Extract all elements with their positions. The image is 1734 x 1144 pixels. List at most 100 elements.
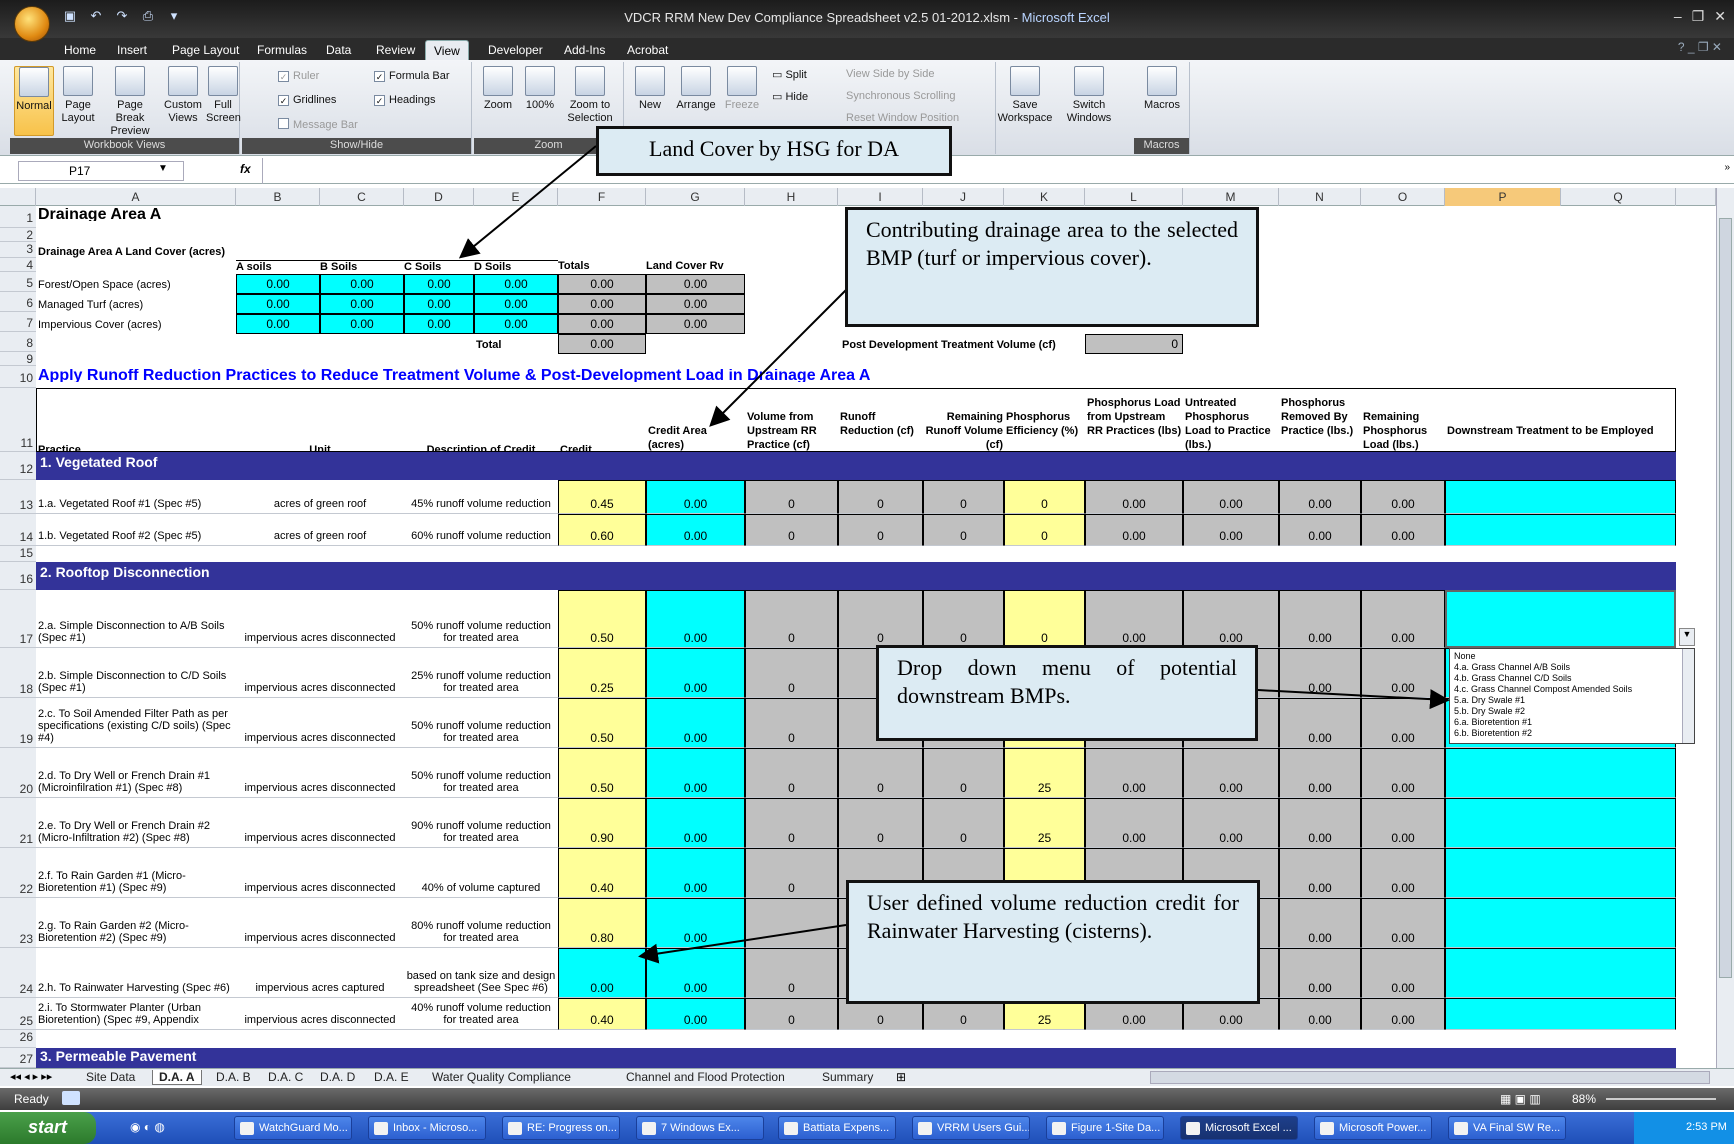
total-value[interactable]: 0.00: [558, 334, 646, 354]
freeze-panes-button[interactable]: Freeze: [722, 66, 762, 112]
practice-cell-practice[interactable]: 2.e. To Dry Well or French Drain #2 (Mic…: [36, 798, 236, 848]
tab-data[interactable]: Data: [326, 40, 351, 60]
lc-cell[interactable]: 0.00: [474, 314, 558, 334]
practice-cell-vol[interactable]: 0: [745, 848, 838, 898]
practice-cell-unit[interactable]: acres of green roof: [236, 514, 404, 546]
practice-cell-rmv[interactable]: 0.00: [1279, 480, 1361, 514]
practice-cell-vol[interactable]: 0: [745, 948, 838, 998]
practice-cell-desc[interactable]: 50% runoff volume reduction for treated …: [404, 590, 558, 648]
practice-cell-unit[interactable]: impervious acres disconnected: [236, 748, 404, 798]
practice-cell-remp[interactable]: 0.00: [1361, 798, 1445, 848]
practice-cell-unit[interactable]: impervious acres disconnected: [236, 848, 404, 898]
practice-cell-area[interactable]: 0.00: [646, 848, 745, 898]
lc-cell[interactable]: 0.00: [404, 274, 474, 294]
practice-cell-desc[interactable]: 50% runoff volume reduction for treated …: [404, 698, 558, 748]
taskbar-item[interactable]: Inbox - Microso...: [368, 1116, 486, 1140]
tab-view[interactable]: View: [425, 40, 469, 60]
practice-cell-credit[interactable]: 0.60: [558, 514, 646, 546]
practice-cell-area[interactable]: 0.00: [646, 748, 745, 798]
row-header[interactable]: 2: [0, 228, 36, 242]
practice-cell-rr[interactable]: 0: [838, 798, 923, 848]
synchronous-scrolling-button[interactable]: Synchronous Scrolling: [846, 90, 955, 102]
apply-title[interactable]: Apply Runoff Reduction Practices to Redu…: [38, 369, 870, 382]
practice-cell-unt[interactable]: 0.00: [1183, 798, 1279, 848]
sheet-tab[interactable]: Channel and Flood Protection: [626, 1070, 785, 1084]
lc-rv-cell[interactable]: 0.00: [646, 314, 745, 334]
row-header[interactable]: 1: [0, 206, 36, 228]
practice-cell-desc[interactable]: 90% runoff volume reduction for treated …: [404, 798, 558, 848]
lc-header-a[interactable]: A soils: [236, 260, 320, 274]
practice-cell-desc[interactable]: 50% runoff volume reduction for treated …: [404, 748, 558, 798]
practice-cell-area[interactable]: 0.00: [646, 590, 745, 648]
practice-cell-rmv[interactable]: 0.00: [1279, 848, 1361, 898]
dropdown-scrollbar[interactable]: [1682, 649, 1694, 743]
lc-total-cell[interactable]: 0.00: [558, 294, 646, 314]
column-header-h[interactable]: H: [745, 188, 838, 206]
practice-cell-practice[interactable]: 2.b. Simple Disconnection to C/D Soils (…: [36, 648, 236, 698]
lc-row-label[interactable]: Managed Turf (acres): [38, 296, 236, 312]
arrange-all-button[interactable]: Arrange: [674, 66, 718, 112]
practice-cell-credit[interactable]: 0.25: [558, 648, 646, 698]
row-header[interactable]: 16: [0, 562, 36, 590]
taskbar-item[interactable]: WatchGuard Mo...: [234, 1116, 352, 1140]
lc-total-cell[interactable]: 0.00: [558, 274, 646, 294]
sheet-tab[interactable]: D.A. D: [320, 1070, 355, 1084]
horizontal-scrollbar[interactable]: [1150, 1071, 1710, 1084]
section-permeable-pavement[interactable]: 3. Permeable Pavement: [36, 1048, 1676, 1068]
header-runoff-reduction[interactable]: Runoff Reduction (cf): [840, 410, 922, 438]
tab-insert[interactable]: Insert: [117, 40, 147, 60]
downstream-cell[interactable]: [1445, 898, 1676, 948]
practice-cell-rem[interactable]: 0: [923, 748, 1004, 798]
row-header[interactable]: 23: [0, 898, 36, 948]
tab-review[interactable]: Review: [376, 40, 415, 60]
practice-cell-desc[interactable]: based on tank size and design spreadshee…: [404, 948, 558, 998]
reset-window-position-button[interactable]: Reset Window Position: [846, 112, 959, 124]
practice-cell-credit[interactable]: 0.40: [558, 848, 646, 898]
practice-cell-desc[interactable]: 60% runoff volume reduction: [404, 514, 558, 546]
view-buttons-icon[interactable]: ▦ ▣ ▥: [1500, 1092, 1541, 1106]
taskbar-item[interactable]: Figure 1-Site Da...: [1046, 1116, 1164, 1140]
lc-rv-cell[interactable]: 0.00: [646, 294, 745, 314]
lc-cell[interactable]: 0.00: [320, 294, 404, 314]
practice-cell-unit[interactable]: impervious acres disconnected: [236, 998, 404, 1030]
header-downstream[interactable]: Downstream Treatment to be Employed: [1447, 424, 1675, 438]
practice-cell-vol[interactable]: 0: [745, 480, 838, 514]
practice-cell-pl[interactable]: 0.00: [1085, 590, 1183, 648]
tab-acrobat[interactable]: Acrobat: [627, 40, 668, 60]
column-header-o[interactable]: O: [1361, 188, 1445, 206]
practice-cell-practice[interactable]: 2.d. To Dry Well or French Drain #1 (Mic…: [36, 748, 236, 798]
practice-cell-rr[interactable]: 0: [838, 590, 923, 648]
ptv-value[interactable]: 0: [1085, 334, 1183, 354]
practice-cell-desc[interactable]: 80% runoff volume reduction for treated …: [404, 898, 558, 948]
practice-cell-practice[interactable]: 2.i. To Stormwater Planter (Urban Bioret…: [36, 998, 236, 1030]
sheet-nav-icon[interactable]: ◂◂ ◂ ▸ ▸▸: [10, 1070, 52, 1083]
practice-cell-rem[interactable]: 0: [923, 590, 1004, 648]
practice-cell-vol[interactable]: [745, 898, 838, 948]
practice-cell-eff[interactable]: 0: [1004, 514, 1085, 546]
hide-button[interactable]: ▭ Hide: [772, 90, 808, 103]
practice-cell-rr[interactable]: 0: [838, 514, 923, 546]
practice-cell-area[interactable]: 0.00: [646, 698, 745, 748]
practice-cell-credit[interactable]: 0.50: [558, 698, 646, 748]
tab-add-ins[interactable]: Add-Ins: [564, 40, 605, 60]
practice-cell-pl[interactable]: 0.00: [1085, 480, 1183, 514]
downstream-cell[interactable]: [1445, 798, 1676, 848]
lc-cell[interactable]: 0.00: [320, 274, 404, 294]
header-p-load-upstream[interactable]: Phosphorus Load from Upstream RR Practic…: [1087, 396, 1183, 438]
practice-cell-remp[interactable]: 0.00: [1361, 848, 1445, 898]
row-header[interactable]: 19: [0, 698, 36, 748]
practice-cell-vol[interactable]: 0: [745, 590, 838, 648]
row-header[interactable]: 18: [0, 648, 36, 698]
practice-cell-practice[interactable]: 2.f. To Rain Garden #1 (Micro-Bioretenti…: [36, 848, 236, 898]
lc-header-b[interactable]: B Soils: [320, 260, 404, 274]
header-credit-area[interactable]: Credit Area (acres): [648, 424, 742, 452]
header-p-efficiency[interactable]: Phosphorus Efficiency (%): [1006, 410, 1084, 438]
row-header[interactable]: 9: [0, 352, 36, 366]
scroll-thumb[interactable]: [1719, 218, 1732, 978]
practice-cell-rem[interactable]: 0: [923, 514, 1004, 546]
office-button[interactable]: [14, 6, 50, 42]
row-header[interactable]: 26: [0, 1030, 36, 1048]
practice-cell-area[interactable]: 0.00: [646, 798, 745, 848]
quick-launch-icons[interactable]: ◉ ◐ ◍: [130, 1120, 165, 1134]
custom-views-button[interactable]: Custom Views: [162, 66, 204, 125]
